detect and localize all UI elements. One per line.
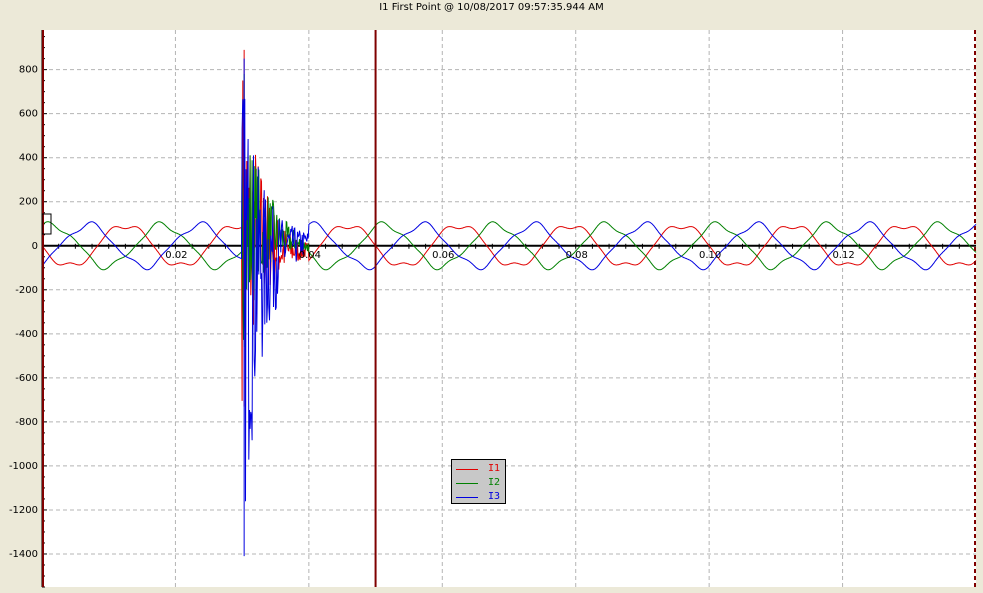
y-tick-label: 400 [19,153,38,164]
x-tick-label: 0.02 [165,250,187,261]
x-tick-label: 0.06 [432,250,454,261]
y-tick-label: 200 [19,197,38,208]
y-tick-label: 800 [19,65,38,76]
x-tick-label: 0.04 [299,250,321,261]
x-tick-label: 0.10 [699,250,721,261]
legend-label-i3: I3 [488,491,501,502]
legend-swatch-i3 [456,497,478,498]
x-tick-label: 0.08 [566,250,588,261]
y-tick-label: -1200 [9,505,38,516]
x-tick-label: 0.12 [832,250,854,261]
y-tick-label: -200 [15,285,38,296]
legend[interactable]: I1 I2 I3 [451,459,506,504]
y-tick-label: -1000 [9,461,38,472]
waveform-chart[interactable]: 800 600 400 200 0 -200 -400 -600 -800 -1000 -1200 -… [0,0,983,593]
y-tick-label: -1400 [9,549,38,560]
legend-label-i2: I2 [488,477,501,488]
legend-swatch-i2 [456,483,478,484]
chart-window: I1 First Point @ 10/08/2017 09:57:35.944… [0,0,983,593]
y-tick-label: 600 [19,109,38,120]
y-tick-label: -800 [15,417,38,428]
y-tick-label: -600 [15,373,38,384]
legend-label-i1: I1 [488,463,501,474]
y-axis-ticks: 800 600 400 200 0 -200 -400 -600 -800 -1000 -1200 -… [9,65,38,560]
legend-swatch-i1 [456,469,478,470]
y-tick-label: -400 [15,329,38,340]
y-tick-label: 0 [32,241,38,252]
